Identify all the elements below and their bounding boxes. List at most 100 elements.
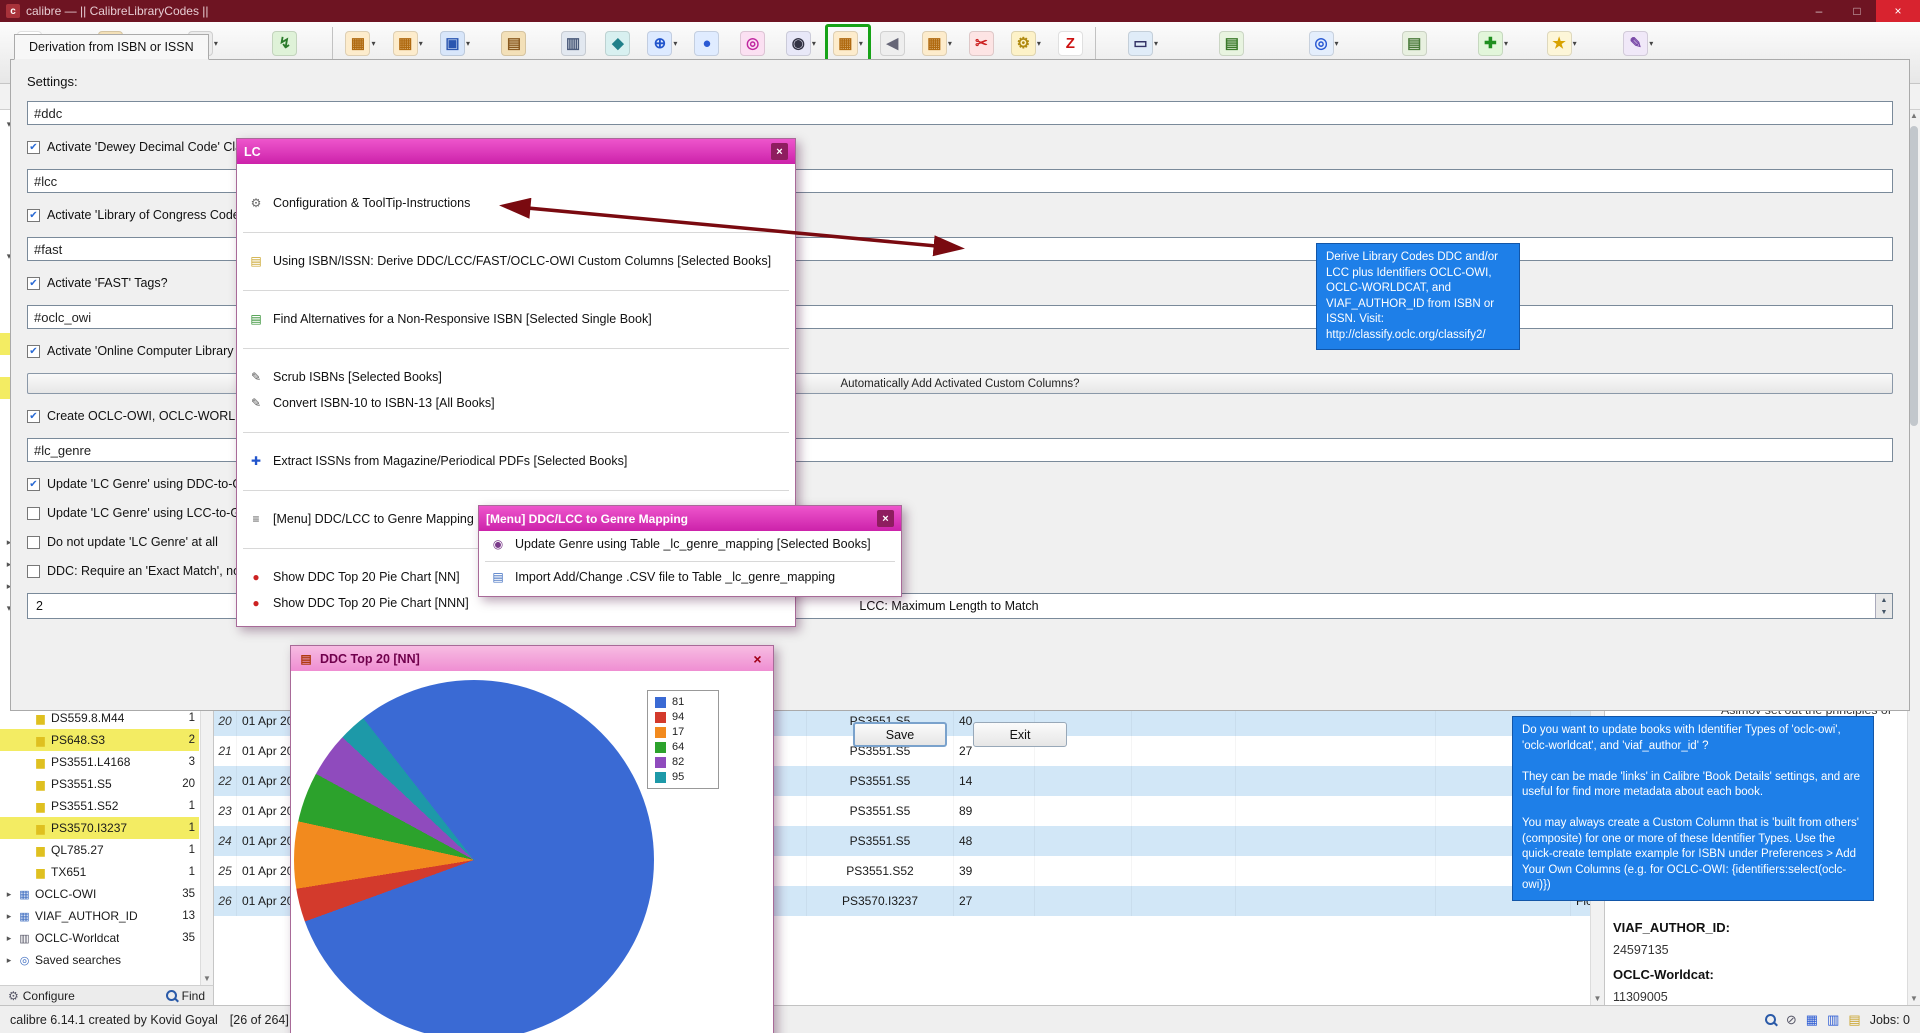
- find-button[interactable]: Find: [166, 989, 205, 1003]
- close-button[interactable]: ×: [1876, 0, 1920, 22]
- close-icon[interactable]: ×: [877, 510, 894, 527]
- extra-value[interactable]: 24597135: [1613, 943, 1899, 957]
- menu-item-find-alternatives-for-a-non-responsive-isbn-selected-single-book[interactable]: ▤Find Alternatives for a Non-Responsive …: [237, 306, 795, 332]
- cell-num: 25: [214, 856, 237, 886]
- checkbox-icon: ✔: [27, 478, 40, 491]
- dropdown-arrow-icon[interactable]: ▾: [419, 39, 423, 48]
- configure-button[interactable]: ⚙ Configure: [8, 989, 75, 1003]
- book-details-toggle-icon[interactable]: ▤: [1848, 1012, 1860, 1028]
- dropdown-arrow-icon[interactable]: ▾: [859, 39, 863, 48]
- sidebar-item-oclc-owi[interactable]: ▸▦OCLC-OWI35: [0, 883, 199, 905]
- menu-item-update-genre-using-table-lc-genre-mapping-selected-books[interactable]: ◉Update Genre using Table _lc_genre_mapp…: [479, 531, 901, 557]
- app-icon: c: [6, 4, 20, 18]
- exit-button[interactable]: Exit: [973, 722, 1067, 747]
- menu-item-scrub-isbns-selected-books[interactable]: ✎Scrub ISBNs [Selected Books]: [237, 364, 795, 390]
- close-icon[interactable]: ×: [749, 650, 766, 667]
- book-details-scroll-thumb[interactable]: [1910, 126, 1918, 426]
- maximize-button[interactable]: □: [1838, 0, 1876, 22]
- sidebar-item-ps3570-i3237[interactable]: ▆PS3570.I32371: [0, 817, 199, 839]
- close-icon[interactable]: ×: [771, 143, 788, 160]
- cell-lcc: PS3570.I3237: [807, 886, 954, 916]
- menu-item-label: [Menu] DDC/LCC to Genre Mapping: [273, 512, 474, 526]
- menu-item-import-add-change-csv-file-to-table-lc-genre-mapping[interactable]: ▤Import Add/Change .CSV file to Table _l…: [479, 564, 901, 590]
- cell-num: 23: [214, 796, 237, 826]
- menu-item-label: Using ISBN/ISSN: Derive DDC/LCC/FAST/OCL…: [273, 254, 771, 268]
- dropdown-arrow-icon[interactable]: ▾: [812, 39, 816, 48]
- minimize-button[interactable]: –: [1800, 0, 1838, 22]
- magblue-icon: ◎: [1309, 31, 1334, 56]
- legend-entry: 82: [655, 756, 711, 768]
- sidebar-item-viaf-author-id[interactable]: ▸▦VIAF_AUTHOR_ID13: [0, 905, 199, 927]
- dropdown-arrow-icon[interactable]: ▾: [1649, 39, 1653, 48]
- checkbox-icon: [27, 507, 40, 520]
- spin-up-icon[interactable]: ▲: [1876, 594, 1892, 606]
- sidebar-item-ql785-27[interactable]: ▆QL785.271: [0, 839, 199, 861]
- ddc-pie-chart-dialog: ▤ DDC Top 20 [NN] × 819417648295: [290, 645, 774, 1033]
- checkbox-icon: ✔: [27, 209, 40, 222]
- spinner-buttons[interactable]: ▲▼: [1875, 594, 1892, 618]
- tab-derivation[interactable]: Derivation from ISBN or ISSN: [14, 34, 209, 60]
- sidebar-item-ps3551-s5[interactable]: ▆PS3551.S520: [0, 773, 199, 795]
- scroll-down-icon[interactable]: ▼: [201, 973, 213, 985]
- expander-icon[interactable]: ▸: [4, 911, 14, 922]
- legend-entry: 95: [655, 771, 711, 783]
- cell-wc: [1035, 826, 1132, 856]
- dropdown-arrow-icon[interactable]: ▾: [1335, 39, 1339, 48]
- menu-item-label: Show DDC Top 20 Pie Chart [NN]: [273, 570, 460, 584]
- tag-browser-footer: ⚙ Configure Find: [0, 985, 214, 1005]
- ddc-column-input[interactable]: #ddc: [27, 101, 1893, 125]
- jobs-indicator[interactable]: Jobs: 0: [1870, 1013, 1910, 1027]
- checkbox-icon: ✔: [27, 141, 40, 154]
- sidebar-item-ps3551-s52[interactable]: ▆PS3551.S521: [0, 795, 199, 817]
- extra-value[interactable]: 11309005: [1613, 990, 1899, 1004]
- dropdown-arrow-icon[interactable]: ▾: [1154, 39, 1158, 48]
- spin-down-icon[interactable]: ▼: [1876, 606, 1892, 618]
- sidebar-item-label: OCLC-Worldcat: [35, 931, 119, 945]
- tag-yellow-icon: ▆: [33, 756, 48, 769]
- sidebar-item-label: TX651: [51, 865, 86, 879]
- menu-item-using-isbn-issn-derive-ddc-lcc-fast-oclc-owi-custom-columns-selected-books[interactable]: ▤Using ISBN/ISSN: Derive DDC/LCC/FAST/OC…: [237, 248, 795, 274]
- submenu-title: [Menu] DDC/LCC to Genre Mapping: [486, 512, 688, 526]
- dropdown-arrow-icon[interactable]: ▾: [948, 39, 952, 48]
- menu-item-configuration-tooltip-instructions[interactable]: ⚙Configuration & ToolTip-Instructions: [237, 190, 795, 216]
- dropdown-arrow-icon[interactable]: ▾: [1504, 39, 1508, 48]
- scroll-down-icon[interactable]: ▼: [1591, 993, 1604, 1005]
- cover-grid-icon[interactable]: ▥: [1827, 1012, 1839, 1028]
- sidebar-item-label: OCLC-OWI: [35, 887, 96, 901]
- grid-view-icon[interactable]: ▦: [1806, 1012, 1818, 1028]
- ddc-pie-chart: [294, 680, 654, 1033]
- save-button[interactable]: Save: [853, 722, 947, 747]
- pie-dialog-title-bar[interactable]: ▤ DDC Top 20 [NN] ×: [291, 646, 773, 671]
- sidebar-item-ps3551-l4168[interactable]: ▆PS3551.L41683: [0, 751, 199, 773]
- sidebar-item-saved-searches[interactable]: ▸◎Saved searches: [0, 949, 199, 971]
- dropdown-arrow-icon[interactable]: ▾: [1573, 39, 1577, 48]
- zoom-icon[interactable]: [1765, 1014, 1777, 1026]
- dropdown-arrow-icon[interactable]: ▾: [673, 39, 677, 48]
- dropdown-arrow-icon[interactable]: ▾: [371, 39, 375, 48]
- sidebar-item-count: 35: [182, 888, 199, 900]
- submenu-title-bar[interactable]: [Menu] DDC/LCC to Genre Mapping ×: [479, 506, 901, 531]
- cell-viaf: [1132, 886, 1236, 916]
- sidebar-item-tx651[interactable]: ▆TX6511: [0, 861, 199, 883]
- magpink-icon: ◎: [740, 31, 765, 56]
- configure-label: Configure: [23, 989, 75, 1003]
- expander-icon[interactable]: ▸: [4, 933, 14, 944]
- lc-menu-title-bar[interactable]: LC ×: [237, 139, 795, 164]
- menu-item-label: Configuration & ToolTip-Instructions: [273, 196, 470, 210]
- menu-item-convert-isbn-10-to-isbn-13-all-books[interactable]: ✎Convert ISBN-10 to ISBN-13 [All Books]: [237, 390, 795, 416]
- scroll-down-icon[interactable]: ▼: [1908, 993, 1920, 1005]
- eraser-icon[interactable]: ⊘: [1786, 1012, 1797, 1028]
- expander-icon[interactable]: ▸: [4, 889, 14, 900]
- chev-icon: ◀: [880, 31, 905, 56]
- cell-fast: [1236, 826, 1436, 856]
- expander-icon[interactable]: ▸: [4, 955, 14, 966]
- dropdown-arrow-icon[interactable]: ▾: [1037, 39, 1041, 48]
- menu-separator: [237, 216, 795, 248]
- dropdown-arrow-icon[interactable]: ▾: [214, 39, 218, 48]
- pie-dialog-title: DDC Top 20 [NN]: [320, 652, 420, 666]
- checkbox-icon: ✔: [27, 410, 40, 423]
- tag-yellow-icon: ▆: [33, 866, 48, 879]
- menu-item-extract-issns-from-magazine-periodical-pdfs-selected-books[interactable]: ✚Extract ISSNs from Magazine/Periodical …: [237, 448, 795, 474]
- dropdown-arrow-icon[interactable]: ▾: [466, 39, 470, 48]
- sidebar-item-oclc-worldcat[interactable]: ▸▥OCLC-Worldcat35: [0, 927, 199, 949]
